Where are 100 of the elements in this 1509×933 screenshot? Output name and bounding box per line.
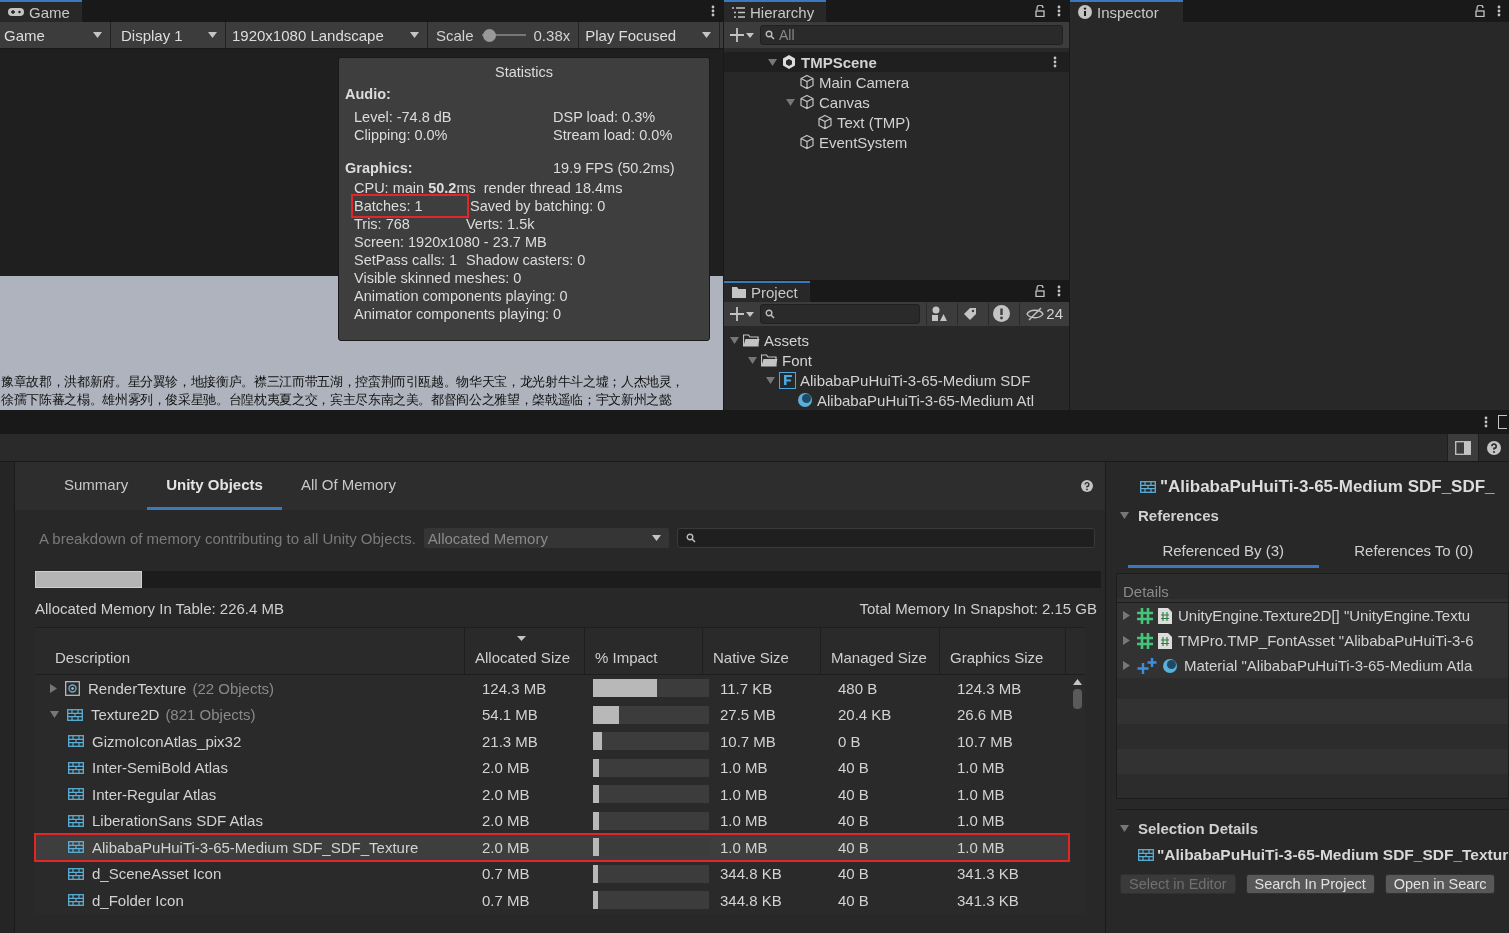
- cube-icon: [799, 94, 815, 110]
- collapsed-arrow-icon[interactable]: [1123, 661, 1130, 670]
- expanded-arrow-icon[interactable]: [748, 356, 757, 364]
- table-row[interactable]: d_Folder Icon 0.7 MB 344.8 KB 40 B 341.3 KB: [35, 887, 1069, 914]
- tree-item[interactable]: Canvas: [819, 93, 870, 111]
- expanded-arrow-icon[interactable]: [730, 336, 739, 344]
- expanded-arrow-icon[interactable]: [1120, 825, 1129, 832]
- collapsed-arrow-icon[interactable]: [50, 683, 57, 693]
- view-tab[interactable]: Unity Objects: [147, 462, 282, 510]
- stat-text: Verts: 1.5k: [466, 215, 535, 233]
- action-button[interactable]: Search In Project: [1245, 874, 1375, 894]
- object-count: (22 Objects): [192, 679, 275, 697]
- search-field[interactable]: All: [760, 25, 1063, 45]
- table-cell-text: 11.7 KB: [719, 679, 774, 697]
- hierarchy-tab[interactable]: Hierarchy: [724, 0, 827, 22]
- tag-icon[interactable]: [963, 306, 978, 321]
- shapes-icon[interactable]: [931, 305, 948, 322]
- cpu-text: CPU: main 50.2ms render thread 18.4ms: [354, 179, 623, 197]
- column-header[interactable]: % Impact: [585, 628, 703, 674]
- collapsed-arrow-icon[interactable]: [1123, 611, 1130, 620]
- tree-item[interactable]: Font: [782, 351, 812, 369]
- table-cell-text: 0.7 MB: [481, 891, 531, 909]
- more-icon[interactable]: [711, 5, 715, 17]
- window-icon[interactable]: [1498, 415, 1507, 429]
- lock-icon[interactable]: [1035, 285, 1045, 298]
- table-row[interactable]: LiberationSans SDF Atlas 2.0 MB 1.0 MB 40 B 1.0 MB: [35, 807, 1069, 834]
- object-name: Inter-SemiBold Atlas: [92, 759, 228, 777]
- more-icon[interactable]: [1057, 285, 1061, 298]
- collapsed-arrow-icon[interactable]: [1123, 636, 1130, 645]
- table-row[interactable]: RenderTexture (22 Objects) 124.3 MB 11.7 KB 480 B 124.3 MB: [35, 675, 1069, 702]
- table-row[interactable]: AlibabaPuHuiTi-3-65-Medium SDF_SDF_Texture 2.0 MB 1.0 MB 40 B 1.0 MB: [35, 834, 1069, 861]
- table-cell-text: 0.7 MB: [481, 865, 531, 883]
- table-row[interactable]: Inter-Regular Atlas 2.0 MB 1.0 MB 40 B 1.0 MB: [35, 781, 1069, 808]
- table-cell-text: 40 B: [837, 865, 870, 883]
- tree-item[interactable]: EventSystem: [819, 133, 908, 151]
- references-tab[interactable]: References To (0): [1318, 536, 1509, 568]
- expanded-arrow-icon[interactable]: [786, 98, 795, 106]
- tree-item[interactable]: Assets: [764, 331, 809, 349]
- object-name: d_Folder Icon: [92, 891, 184, 909]
- project-tab[interactable]: Project: [724, 281, 810, 302]
- help-icon[interactable]: [1081, 480, 1093, 492]
- hidden-packages-button[interactable]: 24: [1019, 302, 1063, 325]
- table-row[interactable]: GizmoIconAtlas_pix32 21.3 MB 10.7 MB 0 B 10.7 MB: [35, 728, 1069, 755]
- tree-item[interactable]: AlibabaPuHuiTi-3-65-Medium SDF: [800, 371, 1031, 389]
- table-row[interactable]: Texture2D (821 Objects) 54.1 MB 27.5 MB 20.4 KB 26.6 MB: [35, 701, 1069, 728]
- lock-icon[interactable]: [1035, 5, 1045, 17]
- table-row[interactable]: d_SceneAsset Icon 0.7 MB 344.8 KB 40 B 341.3 KB: [35, 860, 1069, 887]
- scroll-thumb[interactable]: [1072, 689, 1082, 709]
- memory-dropdown[interactable]: Allocated Memory: [423, 528, 669, 548]
- scene-text: 徐孺下陈蕃之榻。雄州雾列，俊采星驰。台隍枕夷夏之交，宾主尽东南之美。都督阎公之雅望，棨戟遥临；宇文新州之懿: [0, 391, 673, 409]
- lock-icon[interactable]: [1475, 5, 1485, 17]
- stat-text: Batches: 1: [354, 197, 466, 215]
- expanded-arrow-icon[interactable]: [768, 58, 777, 66]
- tree-item[interactable]: Text (TMP): [837, 113, 911, 131]
- object-name: AlibabaPuHuiTi-3-65-Medium SDF_SDF_Texture: [92, 838, 419, 856]
- panel-toggle-icon[interactable]: [1455, 440, 1471, 455]
- add-icon[interactable]: [730, 306, 754, 321]
- texture-icon: [68, 867, 84, 880]
- table-cell-text: 124.3 MB: [956, 679, 1023, 697]
- more-icon[interactable]: [1057, 5, 1061, 17]
- scroll-up-icon[interactable]: [1072, 679, 1082, 685]
- expanded-arrow-icon[interactable]: [1120, 512, 1129, 519]
- column-header[interactable]: Description: [35, 628, 465, 674]
- help-icon[interactable]: [1487, 440, 1501, 455]
- texture-icon: [1138, 849, 1154, 861]
- stat-text: Animator components playing: 0: [354, 305, 562, 323]
- view-tab[interactable]: Summary: [45, 462, 148, 510]
- object-name: Texture2D: [91, 706, 160, 724]
- tree-item[interactable]: Main Camera: [819, 73, 910, 91]
- expanded-arrow-icon[interactable]: [766, 376, 775, 384]
- more-icon[interactable]: [1053, 56, 1057, 68]
- game-tab[interactable]: Game: [0, 0, 82, 22]
- table-cell-text: 2.0 MB: [481, 759, 531, 777]
- tree-item[interactable]: AlibabaPuHuiTi-3-65-Medium Atl: [817, 391, 1035, 409]
- expanded-arrow-icon[interactable]: [50, 711, 59, 719]
- more-icon[interactable]: [1497, 5, 1501, 17]
- column-header[interactable]: Graphics Size: [940, 628, 1066, 674]
- search-field[interactable]: [676, 528, 1095, 548]
- column-header[interactable]: Native Size: [703, 628, 821, 674]
- scale-label: Scale: [436, 26, 474, 44]
- scale-value: 0.38x: [533, 26, 571, 44]
- texture-icon: [68, 841, 84, 854]
- scene-name[interactable]: TMPScene: [801, 53, 877, 71]
- add-icon[interactable]: [730, 28, 754, 42]
- table-cell-text: 1.0 MB: [719, 838, 769, 856]
- table-row[interactable]: Inter-SemiBold Atlas 2.0 MB 1.0 MB 40 B 1.0 MB: [35, 754, 1069, 781]
- column-header[interactable]: Allocated Size: [465, 628, 585, 674]
- slider-thumb[interactable]: [483, 28, 497, 42]
- inspector-tab[interactable]: Inspector: [1070, 0, 1183, 22]
- column-header[interactable]: Managed Size: [821, 628, 940, 674]
- object-name: d_SceneAsset Icon: [92, 865, 222, 883]
- warning-icon[interactable]: [992, 305, 1010, 323]
- action-button[interactable]: Open in Searc: [1384, 874, 1496, 894]
- stat-text: Clipping: 0.0%: [354, 126, 449, 144]
- view-tab[interactable]: All Of Memory: [281, 462, 415, 510]
- search-field[interactable]: [760, 303, 920, 324]
- stat-text: Tris: 768: [354, 215, 411, 233]
- more-icon[interactable]: [1484, 416, 1488, 428]
- references-tab[interactable]: Referenced By (3): [1128, 536, 1319, 568]
- font-icon: [779, 371, 796, 389]
